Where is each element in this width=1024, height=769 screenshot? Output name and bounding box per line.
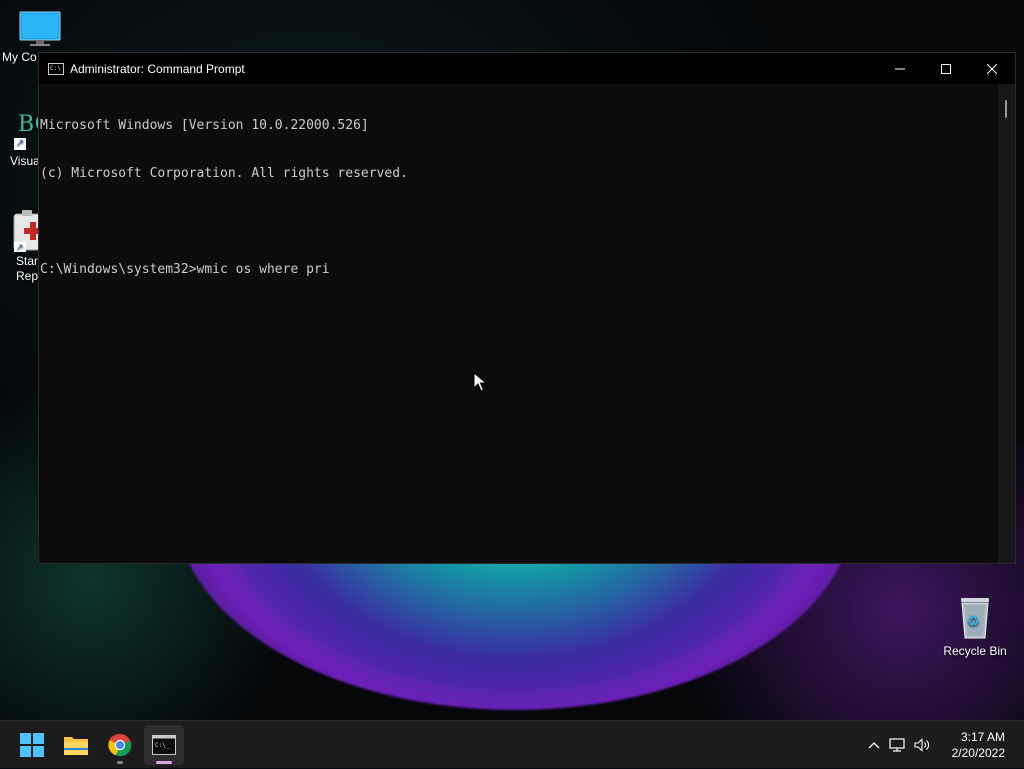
taskbar: C:\_ 3:17 AM 2/20/2022 <box>0 720 1024 768</box>
network-icon <box>889 738 905 752</box>
system-tray <box>864 721 936 769</box>
vertical-scrollbar[interactable] <box>998 84 1015 563</box>
start-button[interactable] <box>12 725 52 765</box>
volume-button[interactable] <box>910 738 936 752</box>
window-title: Administrator: Command Prompt <box>70 61 245 76</box>
chevron-up-icon <box>868 742 880 749</box>
scrollbar-thumb[interactable] <box>1005 100 1007 118</box>
window-titlebar[interactable]: C:\ Administrator: Command Prompt <box>39 53 1015 84</box>
desktop-icon-visual-studio[interactable]: BC ↗ Visua <box>0 112 51 169</box>
desktop-icon-label: Star <box>15 254 38 268</box>
recycle-bin-icon: ♻ <box>961 598 989 639</box>
first-aid-kit-icon: ↗ <box>13 210 40 252</box>
desktop-icon-label: Rep <box>15 269 38 283</box>
command-prompt-icon: C:\ <box>48 62 64 75</box>
chrome-icon <box>108 733 132 757</box>
taskbar-chrome[interactable] <box>100 725 140 765</box>
desktop-icon-recycle-bin[interactable]: ♻ Recycle Bin <box>935 596 1015 659</box>
console-line: (c) Microsoft Corporation. All rights re… <box>40 166 408 181</box>
taskbar-clock[interactable]: 3:17 AM 2/20/2022 <box>952 729 1005 761</box>
svg-text:♻: ♻ <box>967 614 980 630</box>
command-prompt-icon: C:\_ <box>152 735 176 755</box>
shortcut-arrow-icon: ↗ <box>14 138 26 150</box>
minimize-icon <box>895 68 905 69</box>
volume-icon <box>914 738 929 752</box>
running-indicator <box>117 761 123 764</box>
console-command-line[interactable]: C:\Windows\system32>wmic os where pri <box>40 262 999 278</box>
taskbar-file-explorer[interactable] <box>56 725 96 765</box>
file-explorer-icon <box>64 737 88 755</box>
svg-text:↗: ↗ <box>16 243 24 252</box>
visual-studio-icon: BC ↗ <box>0 112 51 150</box>
desktop-icon-label: Recycle Bin <box>943 644 1007 658</box>
taskbar-command-prompt[interactable]: C:\_ <box>144 725 184 765</box>
console-line: Microsoft Windows [Version 10.0.22000.52… <box>40 118 369 133</box>
clock-time: 3:17 AM <box>960 730 1005 744</box>
close-icon <box>987 63 997 74</box>
maximize-icon <box>941 63 951 74</box>
maximize-button[interactable] <box>923 53 969 84</box>
active-indicator <box>156 761 172 764</box>
svg-text:C:\_: C:\_ <box>155 742 170 749</box>
network-button[interactable] <box>884 738 910 752</box>
console-output[interactable]: Microsoft Windows [Version 10.0.22000.52… <box>39 84 999 563</box>
mouse-cursor-icon <box>473 372 487 392</box>
show-hidden-icons-button[interactable] <box>864 741 884 749</box>
desktop-icon-label: Visua <box>10 154 40 168</box>
start-icon <box>20 733 44 757</box>
clock-date: 2/20/2022 <box>951 746 1005 760</box>
desktop-icon-startup-repair[interactable]: ↗ Star Rep <box>0 208 40 284</box>
minimize-button[interactable] <box>877 53 923 84</box>
monitor-icon <box>19 11 61 46</box>
command-prompt-window[interactable]: C:\ Administrator: Command Prompt Micros… <box>38 52 1016 564</box>
close-button[interactable] <box>969 53 1015 84</box>
